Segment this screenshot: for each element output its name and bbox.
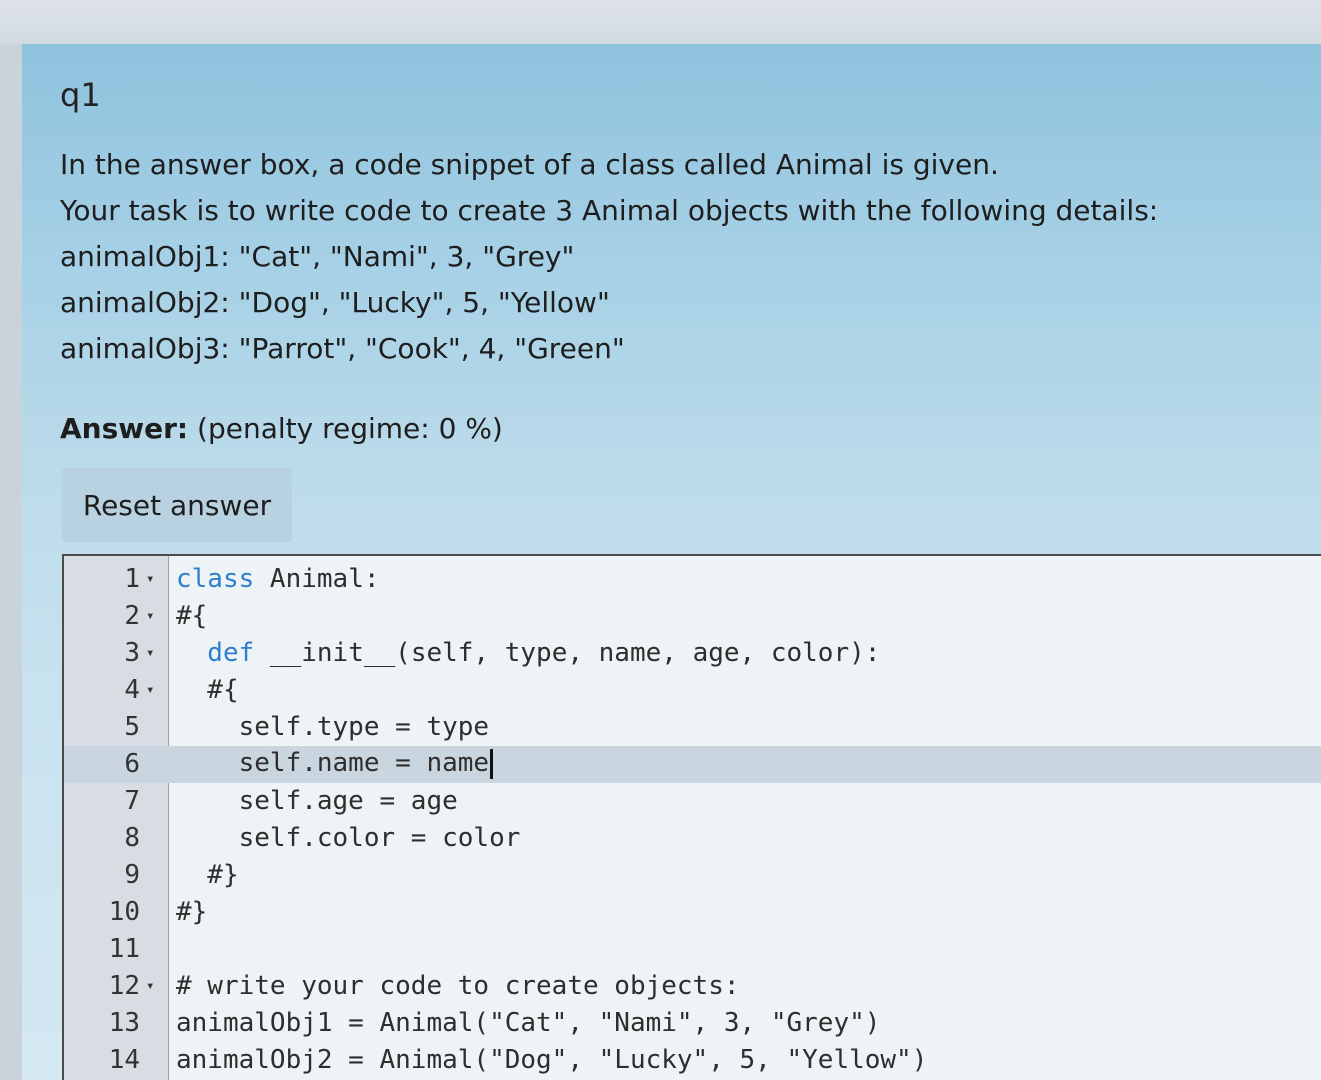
- code-text[interactable]: #}: [168, 897, 207, 927]
- reset-answer-button[interactable]: Reset answer: [62, 468, 292, 542]
- top-strip: [0, 0, 1321, 44]
- code-content: self.age = age: [176, 785, 458, 816]
- line-number: 6: [124, 748, 140, 779]
- code-keyword: def: [176, 637, 255, 668]
- code-line[interactable]: 5 self.type = type: [64, 708, 1321, 745]
- line-number: 13: [108, 1007, 140, 1038]
- code-line[interactable]: 13 animalObj1 = Animal("Cat", "Nami", 3, …: [64, 1004, 1321, 1041]
- code-line[interactable]: 11: [64, 930, 1321, 967]
- code-editor[interactable]: 1 ▾ class Animal: 2 ▾ #{3 ▾ def __init__(self,…: [62, 554, 1321, 1080]
- code-line[interactable]: 6 self.name = name: [64, 745, 1321, 782]
- line-number: 14: [108, 1044, 140, 1075]
- code-text[interactable]: # write your code to create objects:: [168, 971, 740, 1001]
- code-line[interactable]: 12 ▾ # write your code to create objects:: [64, 967, 1321, 1004]
- code-text[interactable]: animalObj2 = Animal("Dog", "Lucky", 5, "…: [168, 1045, 927, 1075]
- line-number: 4: [124, 674, 140, 705]
- question-line: animalObj2: "Dog", "Lucky", 5, "Yellow": [60, 286, 610, 319]
- question-text: In the answer box, a code snippet of a c…: [60, 142, 1260, 372]
- line-number: 10: [108, 896, 140, 927]
- code-lines[interactable]: 1 ▾ class Animal: 2 ▾ #{3 ▾ def __init__(self,…: [64, 560, 1321, 1078]
- code-line[interactable]: 9 #}: [64, 856, 1321, 893]
- line-number: 2: [124, 600, 140, 631]
- code-content: Animal:: [254, 563, 380, 594]
- code-text[interactable]: self.age = age: [168, 786, 458, 816]
- fold-arrow-icon[interactable]: ▾: [146, 978, 168, 994]
- code-content: self.color = color: [176, 822, 521, 853]
- code-content: #{: [176, 674, 239, 705]
- code-text[interactable]: self.name = name: [168, 748, 494, 779]
- code-keyword: class: [176, 563, 255, 594]
- text-cursor: [490, 748, 494, 779]
- line-number: 12: [108, 970, 140, 1001]
- penalty-text: (penalty regime: 0 %): [197, 412, 503, 445]
- code-content: #}: [176, 896, 208, 927]
- code-text[interactable]: #{: [168, 601, 207, 631]
- code-content: __init__(self, type, name, age, color):: [254, 637, 881, 668]
- code-line[interactable]: 8 self.color = color: [64, 819, 1321, 856]
- code-content: self.type = type: [176, 711, 490, 742]
- fold-arrow-icon[interactable]: ▾: [146, 608, 168, 624]
- code-text[interactable]: self.type = type: [168, 712, 489, 742]
- fold-arrow-icon[interactable]: ▾: [146, 645, 168, 661]
- fold-arrow-icon[interactable]: ▾: [146, 682, 168, 698]
- line-number: 3: [124, 637, 140, 668]
- line-number: 7: [124, 785, 140, 816]
- code-text[interactable]: animalObj1 = Animal("Cat", "Nami", 3, "G…: [168, 1008, 880, 1038]
- code-content: animalObj1 = Animal("Cat", "Nami", 3, "G…: [176, 1007, 881, 1038]
- code-text[interactable]: class Animal:: [168, 564, 380, 594]
- question-line: In the answer box, a code snippet of a c…: [60, 148, 999, 181]
- line-number: 11: [108, 933, 140, 964]
- answer-label: Answer:: [60, 412, 189, 445]
- question-line: Your task is to write code to create 3 A…: [60, 194, 1159, 227]
- line-number: 1: [124, 563, 140, 594]
- code-content: #}: [176, 859, 239, 890]
- line-number: 5: [124, 711, 140, 742]
- code-text[interactable]: #}: [168, 859, 239, 890]
- code-text[interactable]: self.color = color: [168, 822, 521, 853]
- code-line[interactable]: 7 self.age = age: [64, 782, 1321, 819]
- answer-header: Answer: (penalty regime: 0 %): [60, 412, 503, 445]
- question-number: q1: [60, 76, 101, 114]
- code-content: # write your code to create objects:: [176, 970, 740, 1001]
- code-content: self.name = name: [176, 748, 490, 779]
- code-line[interactable]: 10 #}: [64, 893, 1321, 930]
- code-line[interactable]: 14 animalObj2 = Animal("Dog", "Lucky", 5,…: [64, 1041, 1321, 1078]
- line-number: 8: [124, 822, 140, 853]
- line-number: 9: [124, 859, 140, 890]
- fold-arrow-icon[interactable]: ▾: [146, 571, 168, 587]
- code-line[interactable]: 3 ▾ def __init__(self, type, name, age, c…: [64, 634, 1321, 671]
- code-content: animalObj2 = Animal("Dog", "Lucky", 5, "…: [176, 1044, 928, 1075]
- code-line[interactable]: 1 ▾ class Animal:: [64, 560, 1321, 597]
- code-text[interactable]: def __init__(self, type, name, age, colo…: [168, 638, 880, 668]
- code-content: #{: [176, 600, 208, 631]
- code-line[interactable]: 2 ▾ #{: [64, 597, 1321, 634]
- code-text[interactable]: #{: [168, 674, 239, 705]
- question-line: animalObj3: "Parrot", "Cook", 4, "Green": [60, 332, 625, 365]
- question-line: animalObj1: "Cat", "Nami", 3, "Grey": [60, 240, 575, 273]
- code-line[interactable]: 4 ▾ #{: [64, 671, 1321, 708]
